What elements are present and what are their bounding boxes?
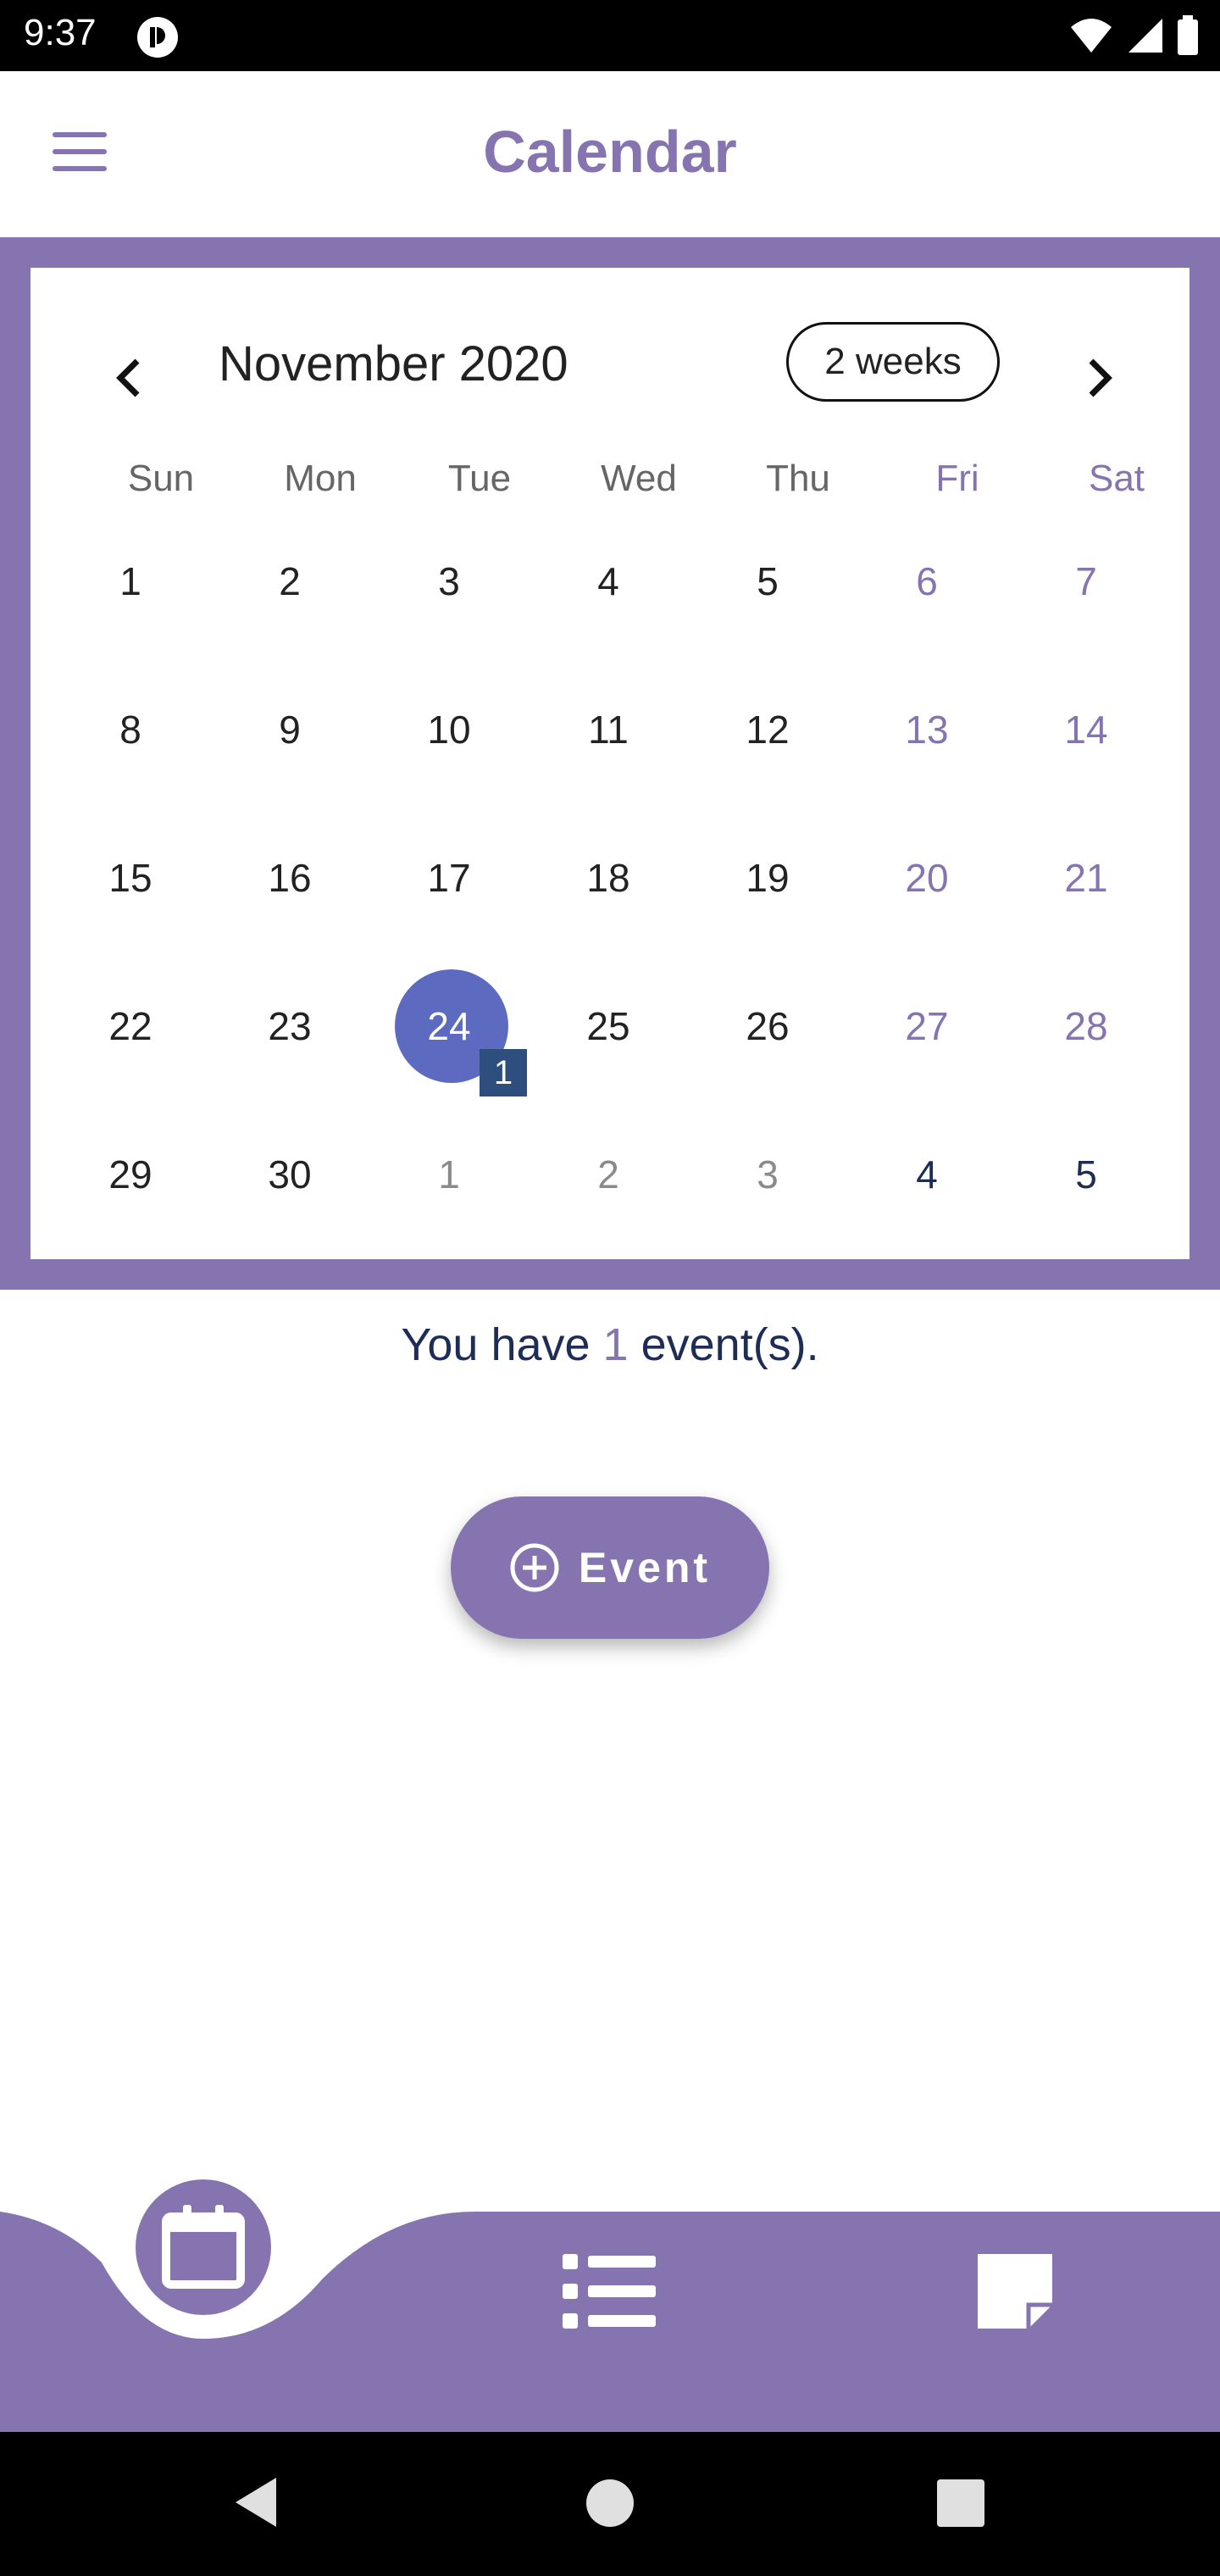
calendar-day[interactable]: 2 — [210, 530, 369, 632]
add-event-label: Event — [578, 1544, 712, 1591]
app-bar: Calendar — [0, 71, 1220, 237]
bottom-navigation — [0, 2169, 1220, 2432]
calendar-day[interactable]: 27 — [847, 975, 1006, 1077]
calendar-day[interactable]: 13 — [847, 679, 1006, 780]
calendar-day[interactable]: 20 — [847, 827, 1006, 929]
calendar-day[interactable]: 26 — [688, 975, 847, 1077]
events-summary: You have 1 event(s). — [0, 1319, 1220, 1371]
calendar-day-outside[interactable]: 4 — [847, 1124, 1006, 1225]
weekday-label: Thu — [766, 458, 830, 499]
system-navigation-bar — [0, 2432, 1220, 2576]
calendar-day[interactable]: 30 — [210, 1124, 369, 1225]
calendar-day[interactable]: 10 — [369, 679, 529, 780]
app-notification-icon — [137, 17, 178, 58]
calendar-day-outside[interactable]: 5 — [1006, 1124, 1166, 1225]
weekday-label: Fri — [935, 458, 979, 499]
add-circle-icon — [510, 1543, 559, 1592]
calendar-frame: November 2020 2 weeks Sun Mon Tue Wed Th… — [0, 237, 1220, 1290]
list-icon[interactable] — [563, 2251, 656, 2332]
calendar-day[interactable]: 29 — [51, 1124, 210, 1225]
calendar-day[interactable]: 18 — [529, 827, 688, 929]
weekday-label: Sat — [1088, 458, 1145, 499]
note-icon[interactable] — [974, 2251, 1056, 2332]
calendar-day-outside[interactable]: 3 — [688, 1124, 847, 1225]
status-icons — [1069, 12, 1200, 59]
calendar-day-outside[interactable]: 2 — [529, 1124, 688, 1225]
events-summary-prefix: You have — [401, 1319, 603, 1370]
calendar-day[interactable]: 3 — [369, 530, 529, 632]
home-icon[interactable] — [586, 2479, 634, 2527]
calendar-day[interactable]: 12 — [688, 679, 847, 780]
calendar-day[interactable]: 15 — [51, 827, 210, 929]
battery-icon — [1178, 15, 1198, 55]
calendar-day[interactable]: 6 — [847, 530, 1006, 632]
calendar-day[interactable]: 7 — [1006, 530, 1166, 632]
calendar-day[interactable]: 5 — [688, 530, 847, 632]
calendar-day[interactable]: 1 — [51, 530, 210, 632]
calendar-day[interactable]: 14 — [1006, 679, 1166, 780]
wifi-icon — [1071, 19, 1112, 53]
add-event-button[interactable]: Event — [451, 1496, 769, 1639]
chevron-right-icon[interactable] — [1073, 353, 1123, 403]
nav-calendar-button[interactable] — [136, 2179, 271, 2315]
calendar-day[interactable]: 4 — [529, 530, 688, 632]
calendar-day[interactable]: 17 — [369, 827, 529, 929]
weekday-label: Mon — [284, 458, 357, 499]
page-title: Calendar — [483, 119, 737, 185]
calendar-day[interactable]: 23 — [210, 975, 369, 1077]
calendar-day[interactable]: 16 — [210, 827, 369, 929]
weekday-label: Sun — [127, 458, 195, 499]
events-summary-suffix: event(s). — [628, 1319, 819, 1370]
status-bar: 9:37 — [0, 0, 1220, 71]
calendar-day[interactable]: 21 — [1006, 827, 1166, 929]
calendar-day[interactable]: 28 — [1006, 975, 1166, 1077]
signal-icon — [1128, 19, 1162, 53]
status-time: 9:37 — [24, 12, 97, 53]
calendar-day[interactable]: 19 — [688, 827, 847, 929]
calendar-day-outside[interactable]: 1 — [369, 1124, 529, 1225]
calendar-day[interactable]: 22 — [51, 975, 210, 1077]
month-title: November 2020 — [219, 336, 568, 391]
weekday-header: Sun Mon Tue Wed Thu Fri Sat — [30, 458, 1190, 517]
calendar-day[interactable]: 11 — [529, 679, 688, 780]
calendar-day[interactable]: 25 — [529, 975, 688, 1077]
format-toggle-button[interactable]: 2 weeks — [786, 322, 1000, 402]
weekday-label: Tue — [447, 458, 512, 499]
calendar-icon — [162, 2205, 245, 2289]
chevron-left-icon[interactable] — [105, 353, 156, 403]
calendar-day[interactable]: 8 — [51, 679, 210, 780]
calendar-day[interactable]: 9 — [210, 679, 369, 780]
weekday-label: Wed — [601, 458, 677, 499]
back-icon[interactable] — [229, 2473, 288, 2532]
recent-apps-icon[interactable] — [937, 2479, 984, 2527]
events-count: 1 — [602, 1319, 629, 1370]
event-count-badge: 1 — [480, 1049, 527, 1096]
